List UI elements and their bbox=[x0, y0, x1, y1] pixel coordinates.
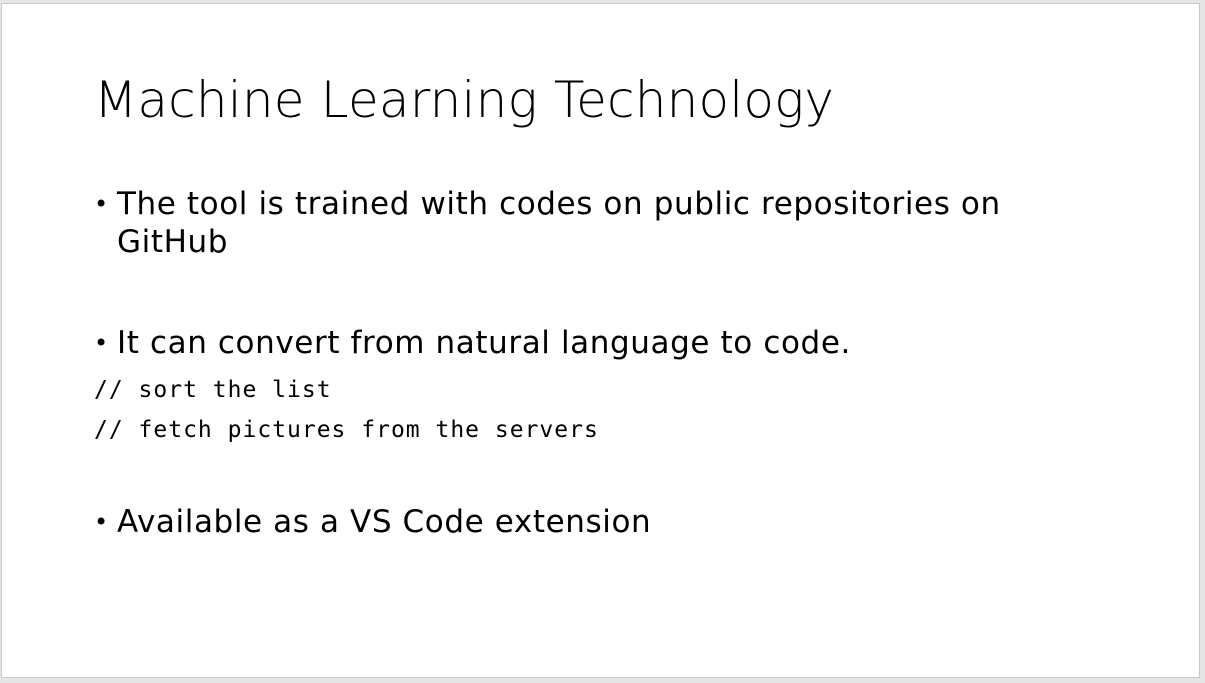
bullet-item-vscode: • Available as a VS Code extension bbox=[94, 503, 1017, 541]
bullet-text: The tool is trained with codes on public… bbox=[117, 186, 1001, 260]
bullet-text: It can convert from natural language to … bbox=[117, 325, 851, 361]
bullet-item-natural-language: • It can convert from natural language t… bbox=[94, 324, 1017, 362]
bullet-item-training: • The tool is trained with codes on publ… bbox=[94, 185, 1017, 261]
bullet-dot-icon: • bbox=[94, 329, 109, 357]
code-comment-line: // fetch pictures from the servers bbox=[94, 417, 599, 443]
bullet-dot-icon: • bbox=[94, 508, 109, 536]
bullet-text: Available as a VS Code extension bbox=[117, 504, 652, 540]
bullet-dot-icon: • bbox=[94, 190, 109, 218]
code-comment-line: // sort the list bbox=[94, 377, 332, 403]
slide: Machine Learning Technology • The tool i… bbox=[1, 3, 1200, 678]
slide-title: Machine Learning Technology bbox=[94, 71, 835, 129]
